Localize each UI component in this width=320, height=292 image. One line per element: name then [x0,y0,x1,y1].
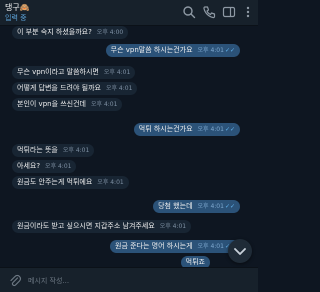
message-text: 무슨 vpn말씀 하시는건가요 [110,46,193,54]
message-incoming[interactable]: 본인이 vpn을 쓰신건데 오후 4:01 [12,98,123,111]
message-text: 이 부분 숙지 하셨을까요? [17,28,92,36]
message-incoming[interactable]: 무슨 vpn이라고 말씀하시면 오후 4:01 [12,66,136,79]
message-text: 아세요? [17,162,41,170]
message-time: 오후 4:01 [197,47,224,54]
message-outgoing[interactable]: 원금 준다는 명어 하시는게오후 4:01✓✓ [110,240,240,253]
message-time: 오후 4:01 [197,126,224,133]
message-time: 오후 4:01 [97,179,124,186]
message-text: 원금이라도 받고 싶으시면 지갑주소 남겨주세요 [17,222,155,230]
message-incoming[interactable]: 아세요? 오후 4:01 [12,160,77,173]
message-text: 원금 준다는 명어 하시는게 [115,242,193,250]
double-check-icon: ✓✓ [224,47,235,54]
message-time: 오후 4:01 [197,203,224,210]
chevron-down-icon [234,248,246,255]
message-incoming[interactable]: 어떻게 답변을 드려야 될까요 오후 4:01 [12,82,138,95]
message-incoming[interactable]: 먹튀라는 뜻을 오후 4:01 [12,144,95,157]
phone-icon[interactable] [202,5,216,19]
more-options-icon[interactable] [241,5,255,19]
typing-status: 입력 중 [5,14,27,22]
message-text: 먹튀라는 뜻을 [17,146,58,154]
message-outgoing[interactable]: 먹튀죠 [180,256,210,267]
message-outgoing[interactable]: 무슨 vpn말씀 하시는건가요 오후 4:01✓✓ [105,44,240,57]
message-text: 먹튀 하시는건가요 [138,125,193,133]
search-icon[interactable] [182,5,196,19]
message-incoming[interactable]: 원금이라도 받고 싶으시면 지갑주소 남겨주세요 오후 4:01 [12,220,192,233]
message-time: 오후 4:01 [103,69,131,76]
message-text: 어떻게 답변을 드려야 될까요 [17,84,101,92]
message-text: 원금도 안주는게 먹튀에요 [17,178,93,186]
double-check-icon: ✓✓ [224,126,235,133]
message-time: 오후 4:01 [197,243,224,250]
message-text: 먹튀죠 [185,258,205,266]
message-incoming[interactable]: 원금도 안주는게 먹튀에요 오후 4:01 [12,176,129,189]
chat-header: 댕구🙈 입력 중 [0,0,258,26]
message-time: 오후 4:01 [45,163,72,170]
message-time: 오후 4:01 [62,147,90,154]
message-outgoing[interactable]: 먹튀 하시는건가요 오후 4:01✓✓ [133,123,240,136]
message-time: 오후 4:01 [105,85,133,92]
sidebar-toggle-icon[interactable] [222,5,236,19]
message-text: 본인이 vpn을 쓰신건데 [17,100,86,108]
scroll-down-button[interactable] [228,239,252,263]
message-time: 오후 4:00 [96,29,124,36]
contact-name[interactable]: 댕구🙈 [5,2,30,13]
message-text: 무슨 vpn이라고 말씀하시면 [17,68,99,76]
message-time: 오후 4:01 [91,101,118,108]
message-incoming[interactable]: 이 부분 숙지 하셨을까요? 오후 4:00 [12,26,129,39]
attach-paperclip-icon[interactable] [8,274,22,288]
message-input[interactable]: 메시지 작성... [28,276,69,286]
message-time: 오후 4:01 [159,223,187,230]
message-outgoing[interactable]: 당첨 했는데 오후 4:01✓✓ [153,200,240,213]
message-text: 당첨 했는데 [158,202,193,210]
double-check-icon: ✓✓ [224,203,235,210]
message-composer: 메시지 작성... [0,267,258,292]
message-list[interactable]: 이 부분 숙지 하셨을까요? 오후 4:00 무슨 vpn말씀 하시는건가요 오후 … [0,26,258,267]
